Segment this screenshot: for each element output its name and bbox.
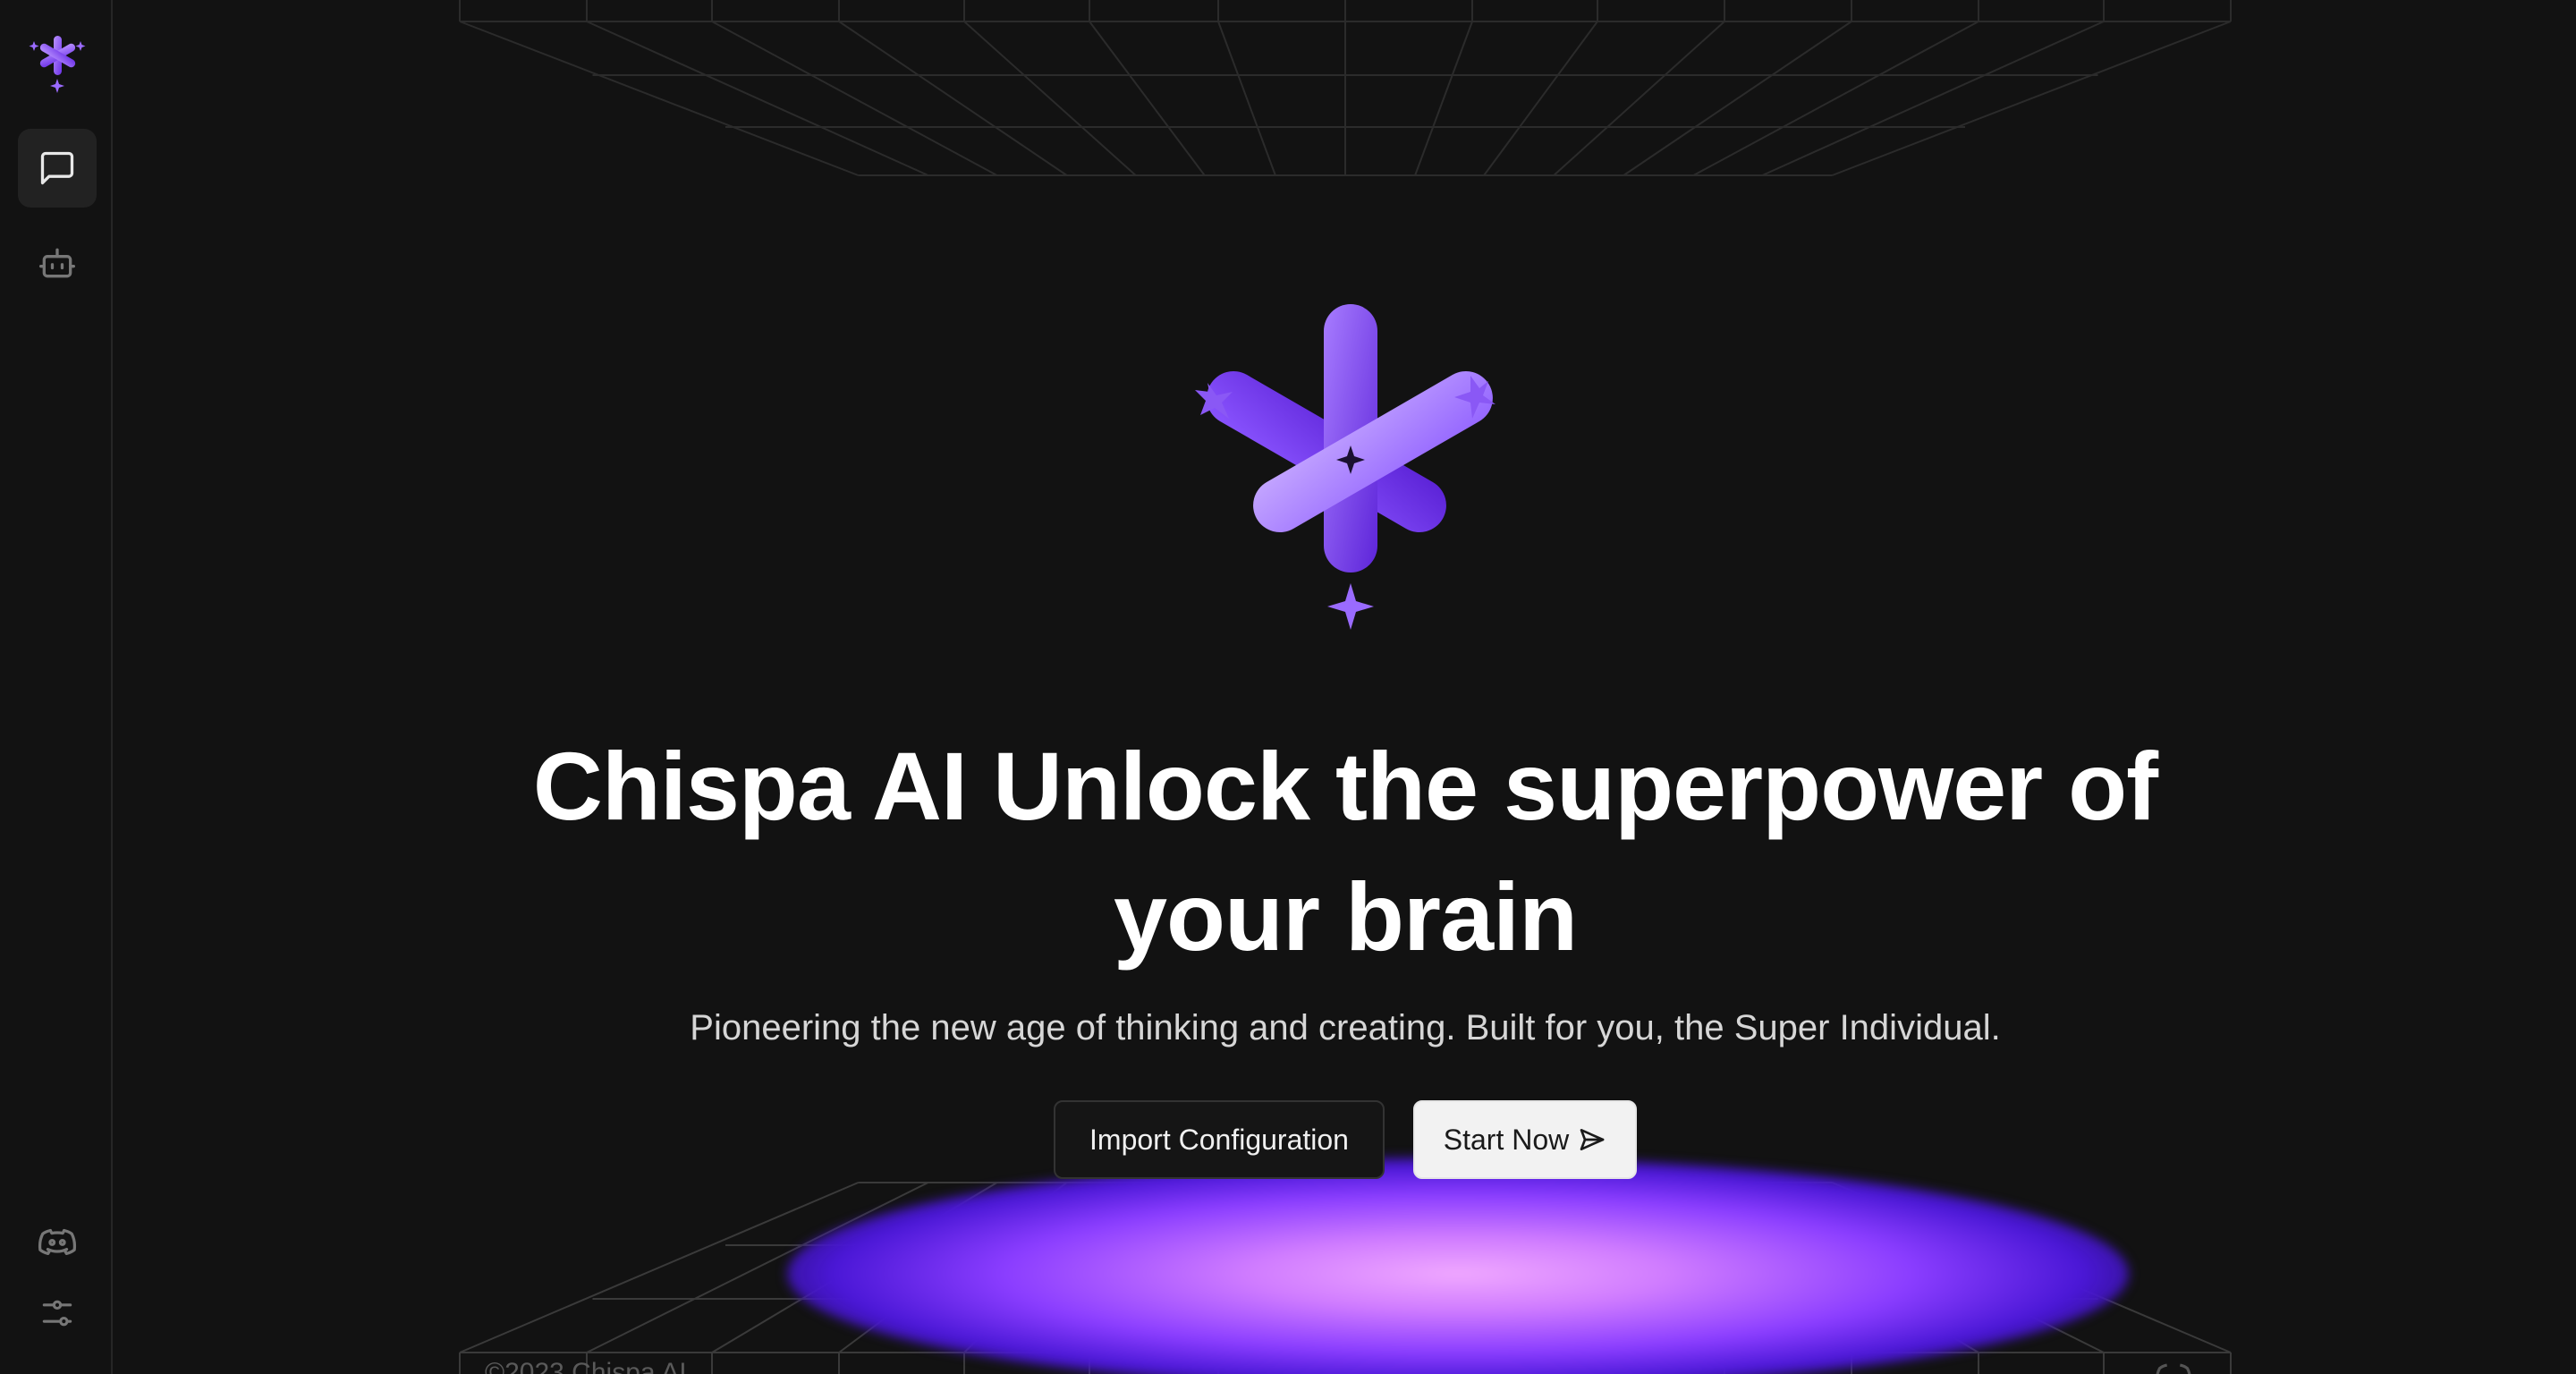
hero-subheadline: Pioneering the new age of thinking and c…	[690, 1008, 2001, 1047]
discord-link[interactable]	[18, 1202, 97, 1281]
import-configuration-label: Import Configuration	[1089, 1123, 1349, 1156]
start-now-label: Start Now	[1443, 1123, 1570, 1156]
discord-icon	[2156, 1363, 2191, 1374]
robot-icon	[39, 248, 75, 278]
chispa-logo-icon[interactable]	[28, 30, 87, 95]
sidebar-item-assistants[interactable]	[18, 224, 97, 302]
headline-line-1: Chispa AI Unlock the superpower of	[532, 732, 2158, 840]
start-now-button[interactable]: Start Now	[1413, 1100, 1637, 1179]
sidebar	[0, 0, 113, 1374]
discord-icon	[38, 1228, 77, 1256]
sidebar-item-chat[interactable]	[18, 129, 97, 208]
footer-discord-link[interactable]	[2154, 1356, 2193, 1374]
message-square-icon	[40, 151, 74, 185]
settings-button[interactable]	[18, 1274, 97, 1353]
sliders-icon	[42, 1300, 72, 1327]
purple-glow	[787, 1158, 2129, 1374]
hero-headline: Chispa AI Unlock the superpower of your …	[501, 721, 2190, 982]
footer-copyright: ©2023 Chispa AI	[485, 1358, 687, 1374]
import-configuration-button[interactable]: Import Configuration	[1054, 1100, 1385, 1179]
chispa-hero-logo-icon	[1195, 304, 1496, 630]
main-area: Chispa AI Unlock the superpower of your …	[113, 0, 2576, 1374]
headline-line-2: your brain	[1113, 862, 1578, 971]
send-icon	[1580, 1129, 1605, 1150]
